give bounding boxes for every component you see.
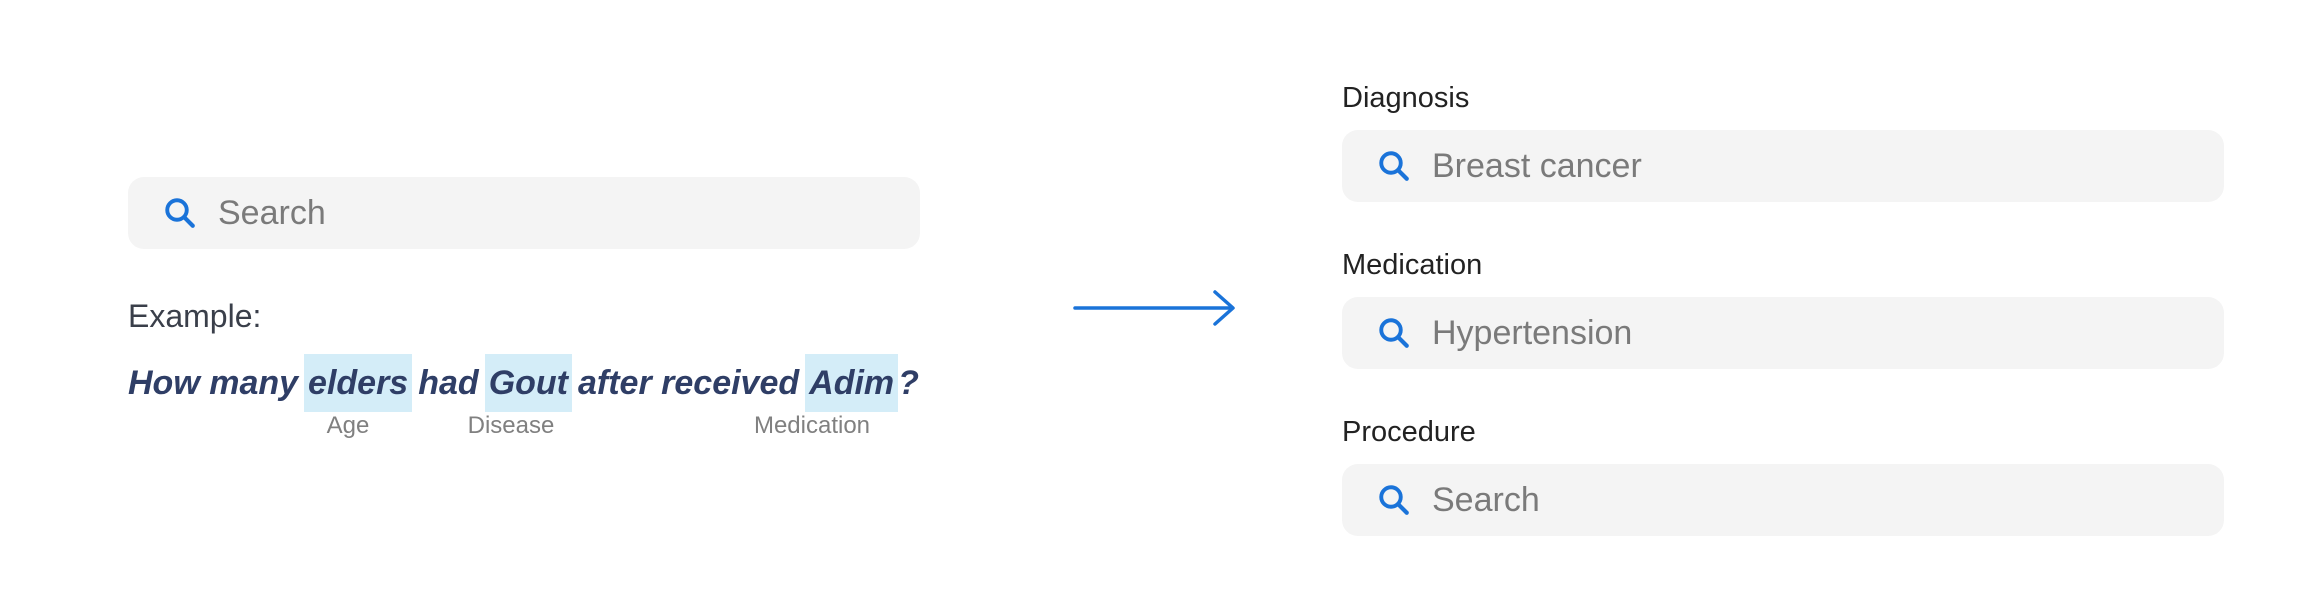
- question-text: ?: [898, 363, 919, 402]
- highlighted-entity-age: elders: [304, 354, 413, 412]
- example-question: How many elders had Gout after received …: [128, 354, 919, 412]
- search-icon: [1379, 318, 1409, 348]
- entity-tag-disease: Disease: [467, 412, 555, 439]
- medication-label: Medication: [1342, 249, 1483, 281]
- diagnosis-label: Diagnosis: [1342, 82, 1470, 114]
- diagnosis-value: Breast cancer: [1432, 146, 1642, 185]
- search-icon: [1379, 151, 1409, 181]
- procedure-field[interactable]: Search: [1342, 464, 2224, 536]
- search-icon: [165, 198, 195, 228]
- highlighted-entity-medication: Adim: [805, 354, 899, 412]
- example-label: Example:: [128, 298, 262, 334]
- entity-text: elders: [308, 363, 409, 402]
- question-text: had: [418, 363, 479, 402]
- search-placeholder: Search: [218, 193, 326, 232]
- highlighted-entity-disease: Gout: [484, 354, 572, 412]
- arrow-right-icon: [1073, 290, 1235, 326]
- search-bar[interactable]: Search: [128, 177, 920, 249]
- procedure-placeholder: Search: [1432, 480, 1540, 519]
- entity-text: Gout: [488, 363, 568, 402]
- entity-tag-age: Age: [326, 412, 370, 439]
- medication-field[interactable]: Hypertension: [1342, 297, 2224, 369]
- medication-value: Hypertension: [1432, 313, 1633, 352]
- procedure-label: Procedure: [1342, 416, 1476, 448]
- search-icon: [1379, 485, 1409, 515]
- diagnosis-field[interactable]: Breast cancer: [1342, 130, 2224, 202]
- entity-text: Adim: [809, 363, 895, 402]
- entity-tag-medication: Medication: [753, 412, 871, 439]
- question-text: after received: [578, 363, 800, 402]
- question-text: How many: [128, 363, 299, 402]
